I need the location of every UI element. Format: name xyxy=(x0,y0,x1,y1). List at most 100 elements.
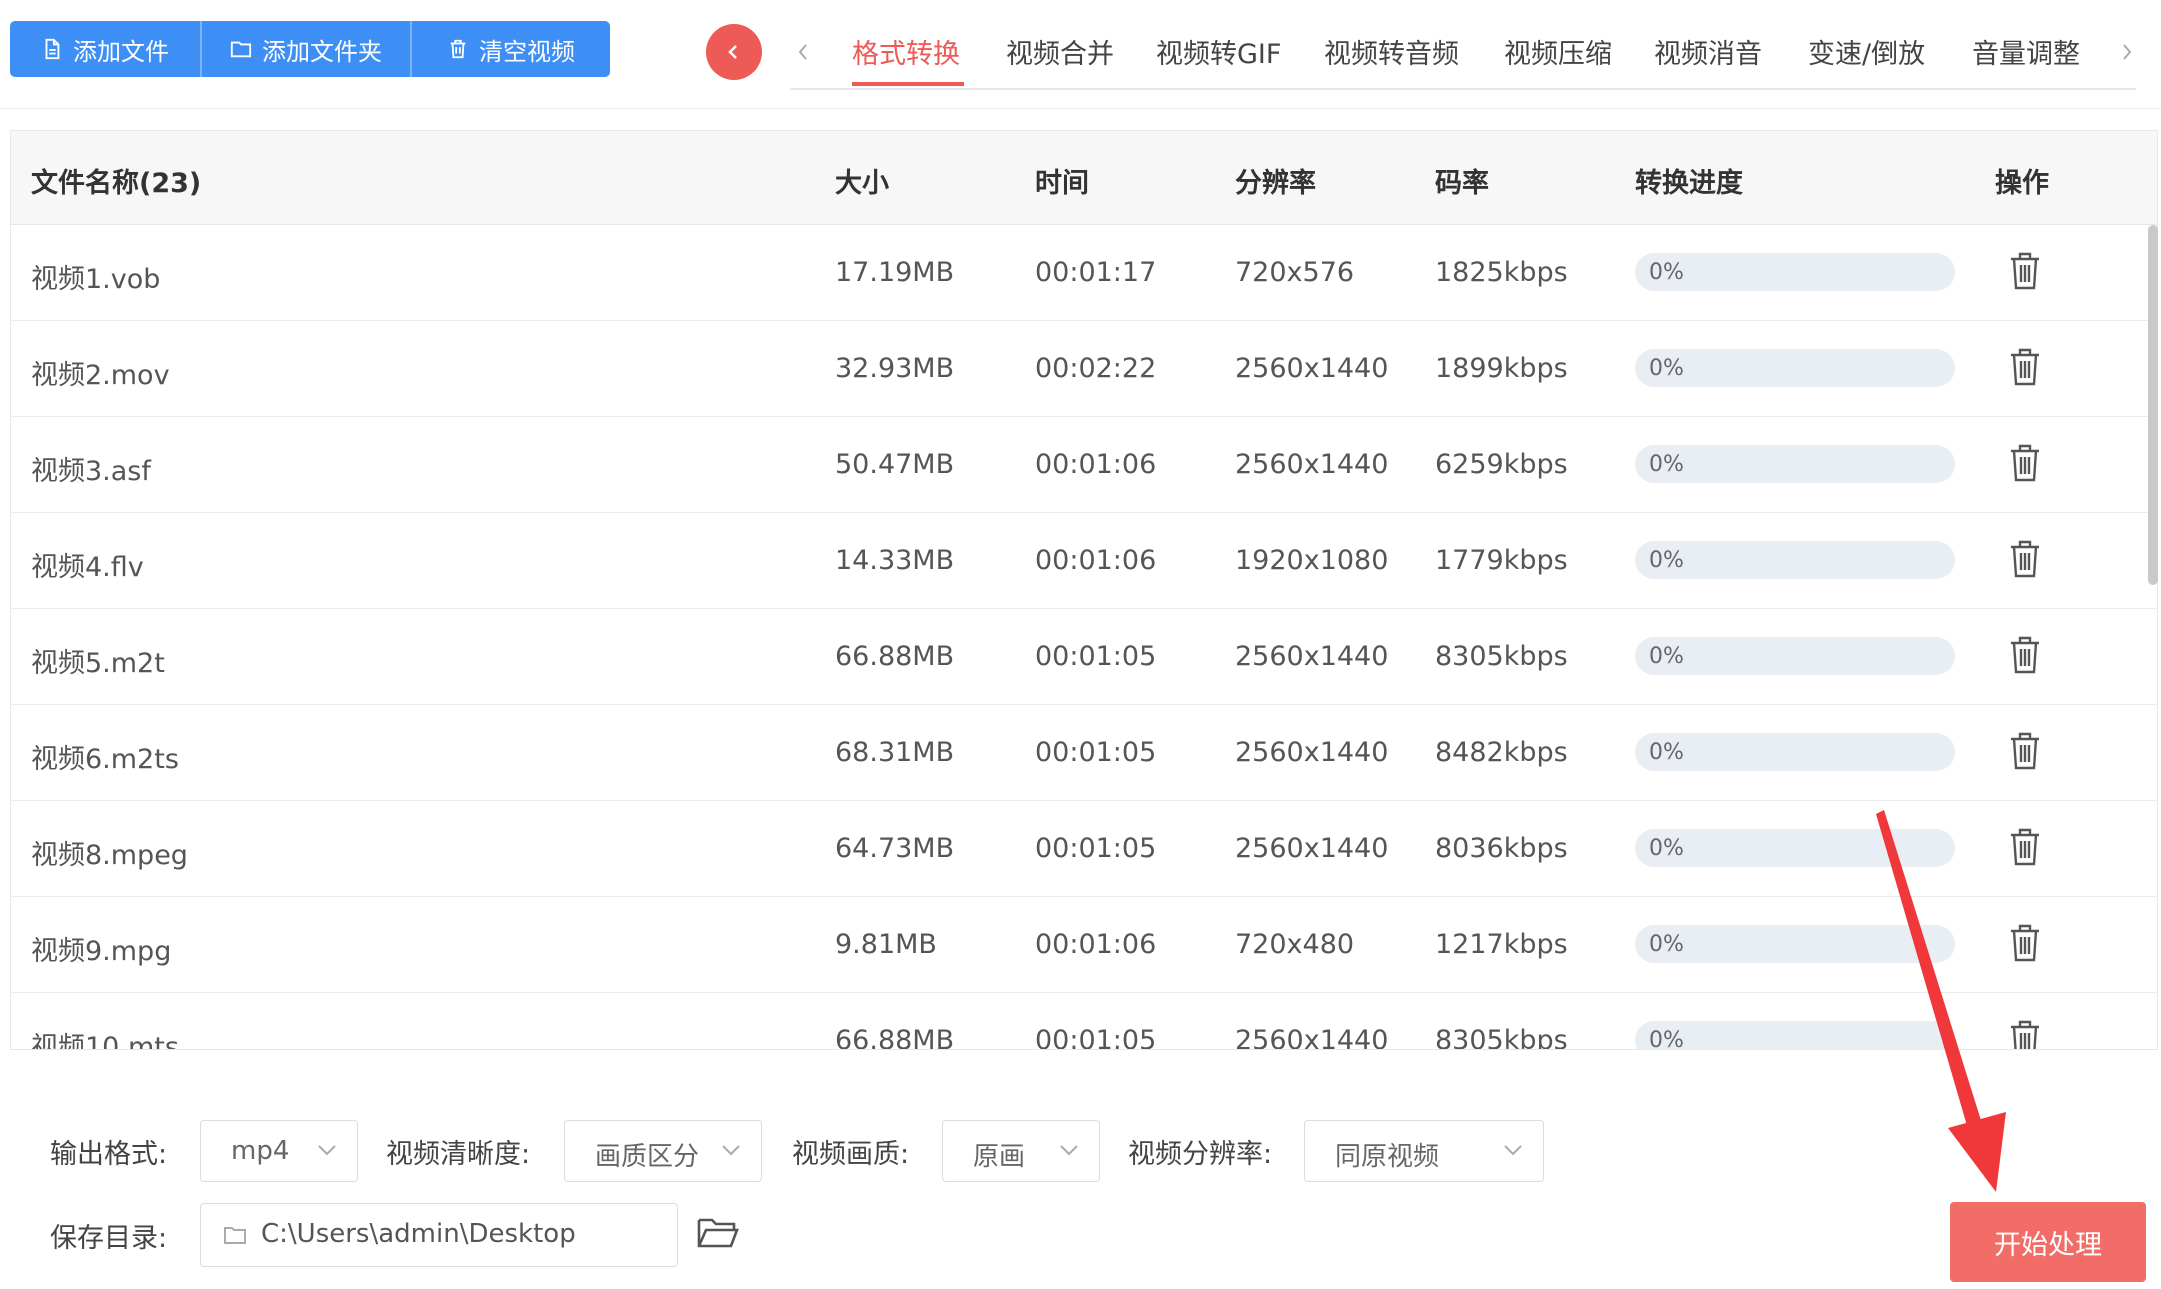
table-row[interactable]: 视频3.asf 50.47MB 00:01:06 2560x1440 6259k… xyxy=(11,417,2157,513)
add-file-button[interactable]: 添加文件 xyxy=(10,21,202,77)
progress-text: 0% xyxy=(1649,644,1684,669)
chevron-left-icon xyxy=(728,45,737,59)
quality-select[interactable]: 原画 xyxy=(942,1120,1100,1182)
cell-size: 66.88MB xyxy=(835,1025,955,1050)
clarity-select[interactable]: 画质区分 xyxy=(564,1120,762,1182)
file-button-group: 添加文件 添加文件夹 清空视频 xyxy=(10,21,610,77)
tab-video-to-audio[interactable]: 视频转音频 xyxy=(1324,32,1459,71)
cell-filename: 视频3.asf xyxy=(31,456,151,487)
cell-size: 32.93MB xyxy=(835,353,955,384)
trash-icon xyxy=(450,39,466,59)
table-row[interactable]: 视频10.mts 66.88MB 00:01:05 2560x1440 8305… xyxy=(11,993,2157,1050)
cell-resolution: 720x576 xyxy=(1235,257,1355,288)
chevron-down-icon xyxy=(1060,1145,1078,1156)
header-size: 大小 xyxy=(835,168,889,199)
start-processing-button[interactable]: 开始处理 xyxy=(1950,1202,2146,1282)
output-settings-panel: 输出格式: mp4 视频清晰度: 画质区分 视频画质: 原画 视频分辨率: 同原… xyxy=(0,1070,2161,1289)
cell-bitrate: 6259kbps xyxy=(1435,449,1568,480)
cell-duration: 00:01:06 xyxy=(1035,929,1157,960)
clarity-value: 画质区分 xyxy=(595,1142,700,1172)
header-progress: 转换进度 xyxy=(1635,168,1743,199)
cell-resolution: 2560x1440 xyxy=(1235,737,1389,768)
trash-icon[interactable] xyxy=(2007,635,2043,675)
tab-video-mute[interactable]: 视频消音 xyxy=(1654,32,1762,71)
function-tabs: 格式转换 视频合并 视频转GIF 视频转音频 视频压缩 视频消音 变速/倒放 音… xyxy=(790,18,2136,90)
progress-bar: 0% xyxy=(1635,733,1955,771)
cell-resolution: 2560x1440 xyxy=(1235,641,1389,672)
progress-text: 0% xyxy=(1649,260,1684,285)
tabs-scroll-right[interactable] xyxy=(2112,34,2142,70)
table-row[interactable]: 视频8.mpeg 64.73MB 00:01:05 2560x1440 8036… xyxy=(11,801,2157,897)
cell-resolution: 2560x1440 xyxy=(1235,833,1389,864)
resolution-select[interactable]: 同原视频 xyxy=(1304,1120,1544,1182)
header-action: 操作 xyxy=(1995,168,2049,199)
active-tab-indicator xyxy=(852,82,964,86)
add-folder-button[interactable]: 添加文件夹 xyxy=(202,21,412,77)
table-row[interactable]: 视频2.mov 32.93MB 00:02:22 2560x1440 1899k… xyxy=(11,321,2157,417)
cell-duration: 00:02:22 xyxy=(1035,353,1157,384)
cell-size: 66.88MB xyxy=(835,641,955,672)
table-header: 文件名称(23) 大小 时间 分辨率 码率 转换进度 操作 xyxy=(11,131,2157,225)
table-row[interactable]: 视频1.vob 17.19MB 00:01:17 720x576 1825kbp… xyxy=(11,225,2157,321)
annotation-arrow xyxy=(1876,810,2006,1192)
save-dir-value: C:\Users\admin\Desktop xyxy=(261,1219,576,1249)
tab-video-compress[interactable]: 视频压缩 xyxy=(1504,32,1612,71)
file-icon xyxy=(45,38,60,60)
cell-duration: 00:01:17 xyxy=(1035,257,1157,288)
cell-size: 9.81MB xyxy=(835,929,937,960)
resolution-value: 同原视频 xyxy=(1335,1142,1440,1172)
tab-video-merge[interactable]: 视频合并 xyxy=(1006,32,1114,71)
trash-icon[interactable] xyxy=(2007,251,2043,291)
trash-icon[interactable] xyxy=(2007,443,2043,483)
progress-text: 0% xyxy=(1649,452,1684,477)
cell-bitrate: 1217kbps xyxy=(1435,929,1568,960)
cell-resolution: 720x480 xyxy=(1235,929,1355,960)
progress-bar: 0% xyxy=(1635,637,1955,675)
cell-resolution: 1920x1080 xyxy=(1235,545,1389,576)
cell-bitrate: 8482kbps xyxy=(1435,737,1568,768)
progress-bar: 0% xyxy=(1635,541,1955,579)
progress-text: 0% xyxy=(1649,548,1684,573)
save-dir-input[interactable]: C:\Users\admin\Desktop xyxy=(200,1203,678,1267)
header-bitrate: 码率 xyxy=(1435,168,1489,199)
table-row[interactable]: 视频5.m2t 66.88MB 00:01:05 2560x1440 8305k… xyxy=(11,609,2157,705)
clarity-label: 视频清晰度: xyxy=(386,1139,531,1170)
cell-filename: 视频6.m2ts xyxy=(31,744,179,775)
tab-video-to-gif[interactable]: 视频转GIF xyxy=(1156,32,1281,71)
trash-icon[interactable] xyxy=(2007,347,2043,387)
collapse-sidebar-button[interactable] xyxy=(706,24,762,80)
folder-icon xyxy=(224,1227,246,1244)
tab-format-convert[interactable]: 格式转换 xyxy=(852,32,960,71)
tab-speed-reverse[interactable]: 变速/倒放 xyxy=(1808,32,1925,71)
file-table: 文件名称(23) 大小 时间 分辨率 码率 转换进度 操作 视频1.vob 17… xyxy=(10,130,2158,1050)
cell-bitrate: 1779kbps xyxy=(1435,545,1568,576)
cell-filename: 视频2.mov xyxy=(31,360,170,391)
table-row[interactable]: 视频4.flv 14.33MB 00:01:06 1920x1080 1779k… xyxy=(11,513,2157,609)
chevron-right-icon xyxy=(2123,44,2132,60)
output-format-select[interactable]: mp4 xyxy=(200,1120,358,1182)
cell-size: 68.31MB xyxy=(835,737,955,768)
table-row[interactable]: 视频9.mpg 9.81MB 00:01:06 720x480 1217kbps… xyxy=(11,897,2157,993)
trash-icon[interactable] xyxy=(2007,731,2043,771)
cell-filename: 视频4.flv xyxy=(31,552,144,583)
cell-duration: 00:01:05 xyxy=(1035,833,1157,864)
table-row[interactable]: 视频6.m2ts 68.31MB 00:01:05 2560x1440 8482… xyxy=(11,705,2157,801)
trash-icon[interactable] xyxy=(2007,539,2043,579)
table-body: 视频1.vob 17.19MB 00:01:17 720x576 1825kbp… xyxy=(11,225,2157,1050)
cell-duration: 00:01:06 xyxy=(1035,449,1157,480)
clear-videos-button[interactable]: 清空视频 xyxy=(412,21,610,77)
tab-volume-adjust[interactable]: 音量调整 xyxy=(1972,32,2080,71)
add-folder-label: 添加文件夹 xyxy=(262,37,382,66)
table-scrollbar[interactable] xyxy=(2148,225,2158,585)
cell-size: 64.73MB xyxy=(835,833,955,864)
cell-bitrate: 8036kbps xyxy=(1435,833,1568,864)
cell-size: 50.47MB xyxy=(835,449,955,480)
clear-videos-label: 清空视频 xyxy=(479,37,575,66)
cell-size: 17.19MB xyxy=(835,257,955,288)
quality-label: 视频画质: xyxy=(792,1139,910,1170)
folder-open-icon[interactable] xyxy=(696,1212,740,1252)
save-dir-label: 保存目录: xyxy=(50,1223,168,1254)
output-format-label: 输出格式: xyxy=(50,1139,168,1170)
cell-filename: 视频5.m2t xyxy=(31,648,165,679)
top-toolbar: 添加文件 添加文件夹 清空视频 格式转换 视频合并 视频转GIF 视频转音频 视… xyxy=(0,0,2161,109)
